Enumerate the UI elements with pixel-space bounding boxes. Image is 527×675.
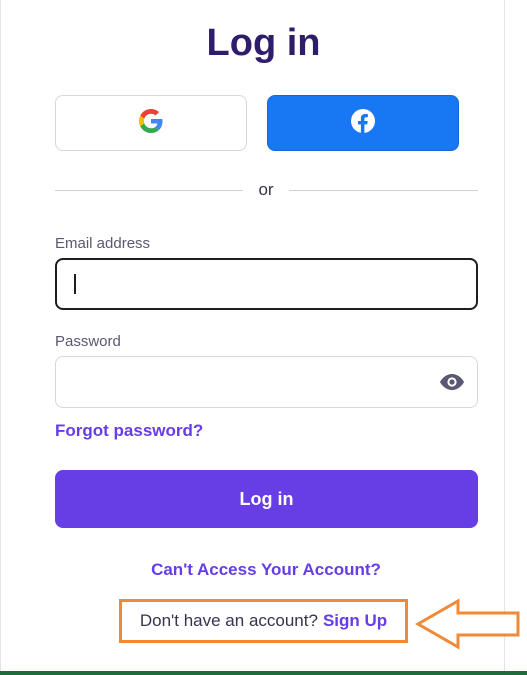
password-field[interactable] bbox=[55, 356, 478, 408]
page-title: Log in bbox=[206, 22, 321, 64]
google-login-button[interactable] bbox=[55, 95, 247, 151]
facebook-f-icon bbox=[351, 108, 375, 138]
email-label: Email address bbox=[55, 235, 151, 252]
eye-icon[interactable] bbox=[439, 371, 465, 393]
arrow-annotation-icon bbox=[414, 598, 520, 650]
divider-line-left bbox=[55, 190, 243, 191]
google-g-icon bbox=[139, 108, 163, 138]
signup-prompt-highlight: Don't have an account? Sign Up bbox=[119, 599, 408, 643]
signup-prompt-text: Don't have an account? bbox=[139, 611, 318, 630]
sign-up-link[interactable]: Sign Up bbox=[323, 611, 387, 631]
cant-access-account-link[interactable]: Can't Access Your Account? bbox=[0, 559, 527, 581]
facebook-login-button[interactable] bbox=[267, 95, 459, 151]
divider-line-right bbox=[289, 190, 478, 191]
email-field[interactable] bbox=[55, 258, 478, 310]
text-cursor bbox=[74, 274, 76, 294]
divider-text: or bbox=[258, 180, 274, 199]
login-button[interactable]: Log in bbox=[55, 470, 478, 528]
password-label: Password bbox=[55, 333, 121, 350]
forgot-password-link[interactable]: Forgot password? bbox=[55, 420, 203, 442]
bottom-edge-bar bbox=[0, 671, 527, 675]
